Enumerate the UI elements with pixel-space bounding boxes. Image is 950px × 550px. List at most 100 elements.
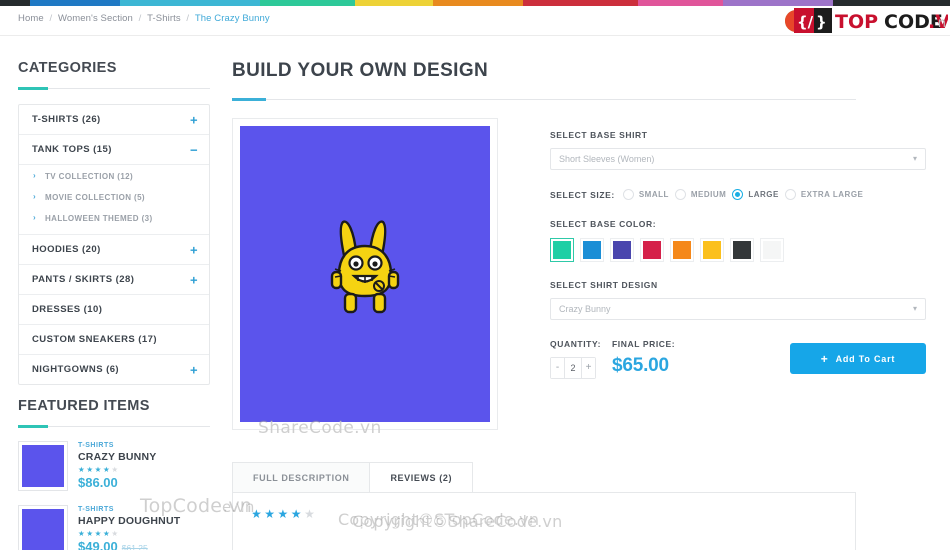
categories-heading-rule [18,87,210,90]
category-row[interactable]: TANK TOPS (15) − [19,135,209,165]
size-option-label: LARGE [748,190,779,199]
color-swatch-6[interactable] [730,238,754,262]
quantity-increment-button[interactable]: + [582,358,595,378]
size-selector: Select Size: SMALL MEDIUM LARGE EXTRA LARGE [550,189,926,200]
categories-heading: Categories [18,60,117,76]
category-label: TANK TOPS (15) [32,144,112,155]
logo-mark: {/ } TOP CODE .VN [785,8,950,33]
quantity-decrement-button[interactable]: - [551,358,564,378]
breadcrumb-separator: / [183,13,192,24]
featured-item-meta: T-SHIRTS HAPPY DOUGHNUT ★★★★★ $49.00 $61.25 [68,505,180,550]
tab-reviews[interactable]: REVIEWS (2) [369,462,474,493]
size-options: SMALL MEDIUM LARGE EXTRA LARGE [622,189,870,200]
size-option-medium[interactable]: MEDIUM [674,189,727,200]
size-option-label: EXTRA LARGE [800,190,864,199]
category-row[interactable]: HOODIES (20) + [19,235,209,265]
subcategory-row[interactable]: › TV COLLECTION (12) [19,166,209,187]
base-shirt-select[interactable]: Short Sleeves (Women) ▾ [550,148,926,170]
chevron-down-icon: ▾ [912,304,917,313]
featured-item[interactable]: T-SHIRTS CRAZY BUNNY ★★★★★ $86.00 [18,441,210,491]
subcategory-label: HALLOWEEN THEMED (3) [45,214,153,223]
chevron-right-icon: › [33,192,37,201]
breadcrumb-link-1[interactable]: Women's Section [58,13,133,24]
featured-item-name[interactable]: HAPPY DOUGHNUT [78,515,180,527]
breadcrumb-current: The Crazy Bunny [194,13,270,24]
base-shirt-label: Select Base Shirt [550,130,648,140]
color-swatch-3[interactable] [640,238,664,262]
category-row[interactable]: CUSTOM SNEAKERS (17) [19,325,209,355]
breadcrumb-link-0[interactable]: Home [18,13,44,24]
quantity-group: Quantity: - 2 + [550,339,612,379]
radio-icon[interactable] [732,189,744,200]
featured-item-rating: ★★★★★ [78,465,120,474]
product-image-canvas[interactable] [240,126,490,422]
size-option-extra-large[interactable]: EXTRA LARGE [784,189,864,200]
breadcrumb-link-2[interactable]: T-Shirts [147,13,181,24]
featured-item-thumbnail[interactable] [18,441,68,491]
radio-icon[interactable] [784,189,796,200]
logo-watermark-tail: n [937,16,946,31]
featured-items: Featured Items T-SHIRTS CRAZY BUNNY ★★★★★ $… [18,398,210,550]
size-option-small[interactable]: SMALL [622,189,669,200]
crazy-bunny-graphic [330,220,400,314]
featured-heading-rule [18,425,210,428]
main-content: Build Your Own Design [232,60,926,430]
color-swatch-1[interactable] [580,238,604,262]
expand-icon[interactable]: + [190,273,198,286]
category-row[interactable]: T-SHIRTS (26) + [19,105,209,135]
featured-item-category[interactable]: T-SHIRTS [78,442,156,449]
category-row[interactable]: NIGHTGOWNS (6) + [19,355,209,384]
subcategory-row[interactable]: › MOVIE COLLECTION (5) [19,187,209,208]
expand-icon[interactable]: + [190,113,198,126]
color-swatch-4[interactable] [670,238,694,262]
product-options: Select Base Shirt Short Sleeves (Women) … [498,118,926,430]
size-label: Select Size: [550,189,615,200]
featured-item-category[interactable]: T-SHIRTS [78,506,180,513]
chevron-down-icon: ▾ [912,154,917,163]
size-option-large[interactable]: LARGE [732,189,779,200]
subcategory-row[interactable]: › HALLOWEEN THEMED (3) [19,208,209,229]
final-price-label: Final Price: [612,339,676,349]
product-configurator: Select Base Shirt Short Sleeves (Women) … [232,118,926,430]
quantity-value[interactable]: 2 [564,358,582,378]
collapse-icon[interactable]: − [190,143,198,156]
base-shirt-value: Short Sleeves (Women) [559,154,655,164]
shirt-design-select[interactable]: Crazy Bunny ▾ [550,298,926,320]
expand-icon[interactable]: + [190,363,198,376]
plus-icon: + [820,351,829,366]
page-title: Build Your Own Design [232,60,489,81]
featured-list: T-SHIRTS CRAZY BUNNY ★★★★★ $86.00 T-SHIRTS HA… [18,441,210,550]
color-swatch-0[interactable] [550,238,574,262]
base-color-swatches [550,238,926,262]
featured-item-price: $49.00 $61.25 [78,539,180,550]
subcategory-group: › TV COLLECTION (12) › MOVIE COLLECTION (5)… [19,165,209,235]
featured-item-name[interactable]: CRAZY BUNNY [78,451,156,463]
size-option-label: MEDIUM [690,190,727,199]
size-option-label: SMALL [638,190,669,199]
tab-row: FULL DESCRIPTION REVIEWS (2) [232,462,856,493]
category-row[interactable]: PANTS / SKIRTS (28) + [19,265,209,295]
color-swatch-2[interactable] [610,238,634,262]
page-title-rule [232,98,856,101]
product-tabs: FULL DESCRIPTION REVIEWS (2) ★★★★★ [232,462,856,550]
quantity-stepper[interactable]: - 2 + [550,357,596,379]
base-color-label: Select Base Color: [550,219,657,229]
radio-icon[interactable] [674,189,686,200]
topcode-logo: {/ } TOP CODE .VN n [780,6,950,34]
category-list: T-SHIRTS (26) + TANK TOPS (15) − › TV COLLECT… [18,104,210,385]
featured-heading: Featured Items [18,398,150,414]
color-swatch-7[interactable] [760,238,784,262]
final-price-group: Final Price: $65.00 [612,339,762,377]
featured-item[interactable]: T-SHIRTS HAPPY DOUGHNUT ★★★★★ $49.00 $61.25 [18,505,210,550]
expand-icon[interactable]: + [190,243,198,256]
category-label: T-SHIRTS (26) [32,114,101,125]
sidebar: Categories T-SHIRTS (26) + TANK TOPS (15) −… [18,60,210,385]
tab-full-description[interactable]: FULL DESCRIPTION [232,462,371,493]
quantity-label: Quantity: [550,339,602,349]
add-to-cart-button[interactable]: + Add To Cart [790,343,926,374]
category-row[interactable]: DRESSES (10) [19,295,209,325]
radio-icon[interactable] [622,189,634,200]
featured-item-thumbnail[interactable] [18,505,68,550]
color-swatch-5[interactable] [700,238,724,262]
category-label: CUSTOM SNEAKERS (17) [32,334,157,345]
